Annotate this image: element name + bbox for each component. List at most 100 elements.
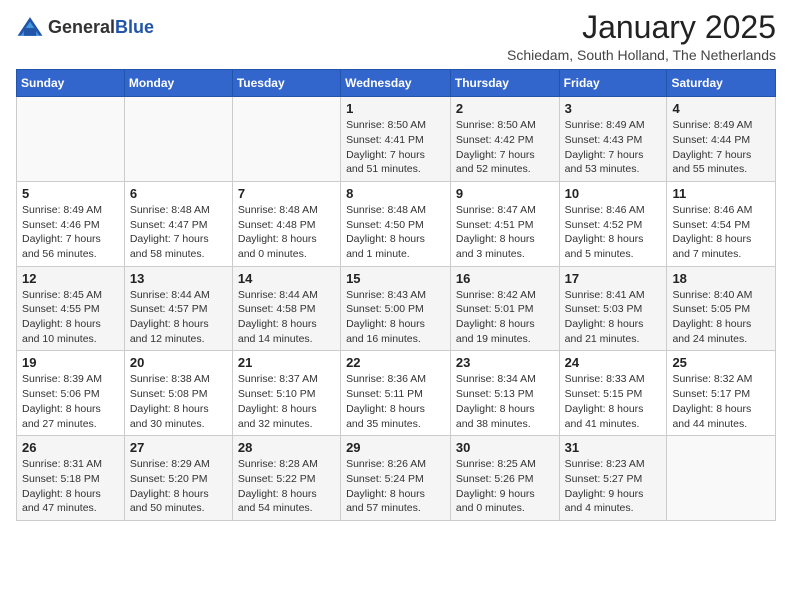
day-header-sunday: Sunday bbox=[17, 70, 125, 97]
week-row-1: 1 Sunrise: 8:50 AM Sunset: 4:41 PM Daylig… bbox=[17, 97, 776, 182]
day-number: 27 bbox=[130, 440, 227, 455]
day-cell bbox=[232, 97, 340, 182]
day-info: Sunrise: 8:33 AM Sunset: 5:15 PM Dayligh… bbox=[565, 372, 662, 431]
day-number: 4 bbox=[672, 101, 770, 116]
day-number: 18 bbox=[672, 271, 770, 286]
day-cell: 27 Sunrise: 8:29 AM Sunset: 5:20 PM Dayli… bbox=[124, 436, 232, 521]
day-number: 31 bbox=[565, 440, 662, 455]
day-cell: 2Sunrise: 8:50 AM Sunset: 4:42 PM Daylig… bbox=[450, 97, 559, 182]
day-number: 19 bbox=[22, 355, 119, 370]
day-cell: 29 Sunrise: 8:26 AM Sunset: 5:24 PM Dayli… bbox=[341, 436, 451, 521]
day-info: Sunrise: 8:29 AM Sunset: 5:20 PM Dayligh… bbox=[130, 457, 227, 516]
day-number: 26 bbox=[22, 440, 119, 455]
day-info: Sunrise: 8:36 AM Sunset: 5:11 PM Dayligh… bbox=[346, 372, 445, 431]
day-number: 10 bbox=[565, 186, 662, 201]
day-info: Sunrise: 8:46 AM Sunset: 4:54 PM Dayligh… bbox=[672, 203, 770, 262]
day-cell: 8 Sunrise: 8:48 AM Sunset: 4:50 PM Daylig… bbox=[341, 181, 451, 266]
day-header-tuesday: Tuesday bbox=[232, 70, 340, 97]
day-number: 1 bbox=[346, 101, 445, 116]
calendar-body: 1 Sunrise: 8:50 AM Sunset: 4:41 PM Daylig… bbox=[17, 97, 776, 521]
day-cell: 28Sunrise: 8:28 AM Sunset: 5:22 PM Dayli… bbox=[232, 436, 340, 521]
day-cell: 6Sunrise: 8:48 AM Sunset: 4:47 PM Daylig… bbox=[124, 181, 232, 266]
day-cell: 30 Sunrise: 8:25 AM Sunset: 5:26 PM Dayli… bbox=[450, 436, 559, 521]
day-info: Sunrise: 8:48 AM Sunset: 4:50 PM Dayligh… bbox=[346, 203, 445, 262]
day-number: 20 bbox=[130, 355, 227, 370]
day-number: 15 bbox=[346, 271, 445, 286]
day-cell: 15 Sunrise: 8:43 AM Sunset: 5:00 PM Dayli… bbox=[341, 266, 451, 351]
title-block: January 2025 Schiedam, South Holland, Th… bbox=[507, 10, 776, 63]
day-number: 22 bbox=[346, 355, 445, 370]
calendar: SundayMondayTuesdayWednesdayThursdayFrid… bbox=[16, 69, 776, 521]
subtitle: Schiedam, South Holland, The Netherlands bbox=[507, 47, 776, 63]
day-info: Sunrise: 8:49 AM Sunset: 4:44 PM Dayligh… bbox=[672, 118, 770, 177]
day-info: Sunrise: 8:46 AM Sunset: 4:52 PM Dayligh… bbox=[565, 203, 662, 262]
day-info: Sunrise: 8:38 AM Sunset: 5:08 PM Dayligh… bbox=[130, 372, 227, 431]
day-info: Sunrise: 8:49 AM Sunset: 4:46 PM Dayligh… bbox=[22, 203, 119, 262]
day-number: 29 bbox=[346, 440, 445, 455]
day-cell: 22 Sunrise: 8:36 AM Sunset: 5:11 PM Dayli… bbox=[341, 351, 451, 436]
day-info: Sunrise: 8:48 AM Sunset: 4:48 PM Dayligh… bbox=[238, 203, 335, 262]
day-info: Sunrise: 8:47 AM Sunset: 4:51 PM Dayligh… bbox=[456, 203, 554, 262]
day-cell: 23Sunrise: 8:34 AM Sunset: 5:13 PM Dayli… bbox=[450, 351, 559, 436]
day-cell: 16Sunrise: 8:42 AM Sunset: 5:01 PM Dayli… bbox=[450, 266, 559, 351]
day-cell: 26 Sunrise: 8:31 AM Sunset: 5:18 PM Dayli… bbox=[17, 436, 125, 521]
day-info: Sunrise: 8:31 AM Sunset: 5:18 PM Dayligh… bbox=[22, 457, 119, 516]
day-number: 17 bbox=[565, 271, 662, 286]
day-cell: 3 Sunrise: 8:49 AM Sunset: 4:43 PM Daylig… bbox=[559, 97, 667, 182]
day-number: 21 bbox=[238, 355, 335, 370]
day-cell: 14 Sunrise: 8:44 AM Sunset: 4:58 PM Dayli… bbox=[232, 266, 340, 351]
day-cell: 21Sunrise: 8:37 AM Sunset: 5:10 PM Dayli… bbox=[232, 351, 340, 436]
day-number: 3 bbox=[565, 101, 662, 116]
week-row-2: 5 Sunrise: 8:49 AM Sunset: 4:46 PM Daylig… bbox=[17, 181, 776, 266]
day-cell: 1 Sunrise: 8:50 AM Sunset: 4:41 PM Daylig… bbox=[341, 97, 451, 182]
day-number: 14 bbox=[238, 271, 335, 286]
day-number: 5 bbox=[22, 186, 119, 201]
day-info: Sunrise: 8:50 AM Sunset: 4:42 PM Dayligh… bbox=[456, 118, 554, 177]
day-cell: 24Sunrise: 8:33 AM Sunset: 5:15 PM Dayli… bbox=[559, 351, 667, 436]
day-info: Sunrise: 8:44 AM Sunset: 4:57 PM Dayligh… bbox=[130, 288, 227, 347]
day-header-saturday: Saturday bbox=[667, 70, 776, 97]
day-info: Sunrise: 8:34 AM Sunset: 5:13 PM Dayligh… bbox=[456, 372, 554, 431]
day-cell: 17 Sunrise: 8:41 AM Sunset: 5:03 PM Dayli… bbox=[559, 266, 667, 351]
day-header-wednesday: Wednesday bbox=[341, 70, 451, 97]
day-cell: 31 Sunrise: 8:23 AM Sunset: 5:27 PM Dayli… bbox=[559, 436, 667, 521]
day-cell: 11 Sunrise: 8:46 AM Sunset: 4:54 PM Dayli… bbox=[667, 181, 776, 266]
day-info: Sunrise: 8:49 AM Sunset: 4:43 PM Dayligh… bbox=[565, 118, 662, 177]
day-info: Sunrise: 8:39 AM Sunset: 5:06 PM Dayligh… bbox=[22, 372, 119, 431]
day-info: Sunrise: 8:44 AM Sunset: 4:58 PM Dayligh… bbox=[238, 288, 335, 347]
day-info: Sunrise: 8:25 AM Sunset: 5:26 PM Dayligh… bbox=[456, 457, 554, 516]
day-number: 30 bbox=[456, 440, 554, 455]
day-cell bbox=[124, 97, 232, 182]
day-cell bbox=[17, 97, 125, 182]
logo-text: GeneralBlue bbox=[48, 18, 154, 38]
day-cell: 5 Sunrise: 8:49 AM Sunset: 4:46 PM Daylig… bbox=[17, 181, 125, 266]
day-info: Sunrise: 8:41 AM Sunset: 5:03 PM Dayligh… bbox=[565, 288, 662, 347]
logo-icon bbox=[16, 14, 44, 42]
day-header-friday: Friday bbox=[559, 70, 667, 97]
day-info: Sunrise: 8:43 AM Sunset: 5:00 PM Dayligh… bbox=[346, 288, 445, 347]
days-of-week-row: SundayMondayTuesdayWednesdayThursdayFrid… bbox=[17, 70, 776, 97]
day-header-thursday: Thursday bbox=[450, 70, 559, 97]
page: GeneralBlue January 2025 Schiedam, South… bbox=[0, 0, 792, 537]
calendar-header: SundayMondayTuesdayWednesdayThursdayFrid… bbox=[17, 70, 776, 97]
week-row-3: 12Sunrise: 8:45 AM Sunset: 4:55 PM Dayli… bbox=[17, 266, 776, 351]
day-info: Sunrise: 8:23 AM Sunset: 5:27 PM Dayligh… bbox=[565, 457, 662, 516]
day-number: 11 bbox=[672, 186, 770, 201]
week-row-5: 26 Sunrise: 8:31 AM Sunset: 5:18 PM Dayli… bbox=[17, 436, 776, 521]
day-cell: 19 Sunrise: 8:39 AM Sunset: 5:06 PM Dayli… bbox=[17, 351, 125, 436]
day-number: 25 bbox=[672, 355, 770, 370]
day-cell: 4 Sunrise: 8:49 AM Sunset: 4:44 PM Daylig… bbox=[667, 97, 776, 182]
day-cell: 10 Sunrise: 8:46 AM Sunset: 4:52 PM Dayli… bbox=[559, 181, 667, 266]
day-cell bbox=[667, 436, 776, 521]
day-cell: 18Sunrise: 8:40 AM Sunset: 5:05 PM Dayli… bbox=[667, 266, 776, 351]
day-number: 9 bbox=[456, 186, 554, 201]
day-number: 8 bbox=[346, 186, 445, 201]
day-cell: 20 Sunrise: 8:38 AM Sunset: 5:08 PM Dayli… bbox=[124, 351, 232, 436]
month-title: January 2025 bbox=[507, 10, 776, 45]
day-header-monday: Monday bbox=[124, 70, 232, 97]
logo: GeneralBlue bbox=[16, 14, 154, 42]
day-info: Sunrise: 8:50 AM Sunset: 4:41 PM Dayligh… bbox=[346, 118, 445, 177]
logo-general: General bbox=[48, 18, 115, 38]
day-info: Sunrise: 8:26 AM Sunset: 5:24 PM Dayligh… bbox=[346, 457, 445, 516]
day-cell: 13Sunrise: 8:44 AM Sunset: 4:57 PM Dayli… bbox=[124, 266, 232, 351]
